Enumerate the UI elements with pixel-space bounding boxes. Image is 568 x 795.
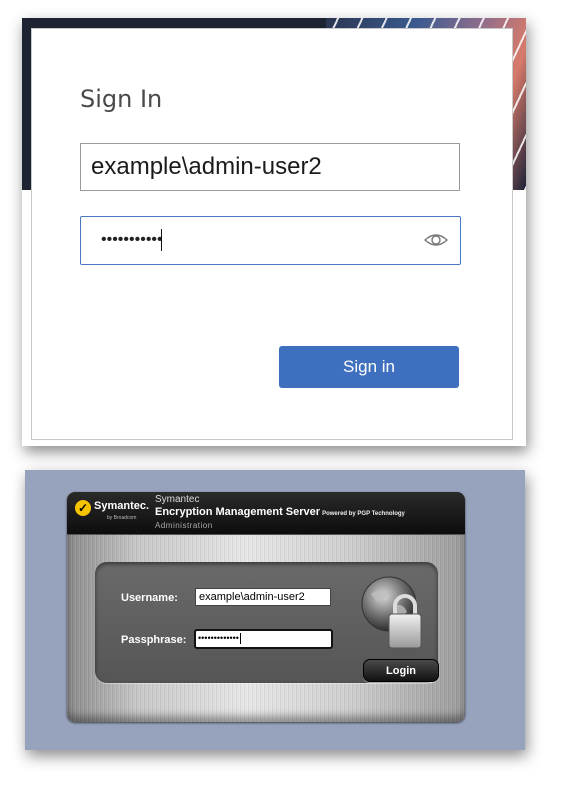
username-label: Username:: [121, 592, 178, 604]
symantec-logo: ✓ Symantec. by Broadcom: [73, 498, 153, 528]
login-button[interactable]: Login: [363, 659, 439, 682]
powered-by-text: Powered by PGP Technology: [322, 511, 405, 517]
signin-card: Sign In example\admin-user2 ••••••••••• …: [31, 28, 513, 440]
page-title: Sign In: [80, 85, 163, 113]
username-input[interactable]: example\admin-user2: [195, 588, 331, 606]
text-caret: [161, 229, 162, 251]
passphrase-value: •••••••••••••: [198, 633, 239, 643]
symantec-login-screenshot: ✓ Symantec. by Broadcom Symantec Encrypt…: [25, 470, 525, 750]
ems-login-window: ✓ Symantec. by Broadcom Symantec Encrypt…: [67, 492, 465, 722]
checkmark-icon: ✓: [75, 500, 91, 516]
globe-padlock-icon: [361, 576, 422, 649]
logo-text: Symantec.: [94, 500, 150, 512]
username-input[interactable]: example\admin-user2: [80, 143, 460, 191]
eye-icon[interactable]: [424, 231, 448, 249]
logo-subtext: by Broadcom: [107, 515, 137, 521]
password-value: •••••••••••: [101, 231, 163, 248]
passphrase-input[interactable]: •••••••••••••: [194, 629, 333, 649]
signin-button[interactable]: Sign in: [279, 346, 459, 388]
product-brand: Symantec: [155, 494, 200, 505]
text-caret: [239, 633, 241, 645]
product-name: Encryption Management Server Powered by P…: [155, 506, 405, 518]
signin-screenshot: Sign In example\admin-user2 ••••••••••• …: [22, 18, 526, 446]
product-subtitle: Administration: [155, 521, 213, 530]
ems-header: ✓ Symantec. by Broadcom Symantec Encrypt…: [67, 492, 465, 535]
passphrase-label: Passphrase:: [121, 634, 187, 646]
password-input[interactable]: •••••••••••: [80, 216, 461, 265]
product-name-text: Encryption Management Server: [155, 506, 321, 518]
